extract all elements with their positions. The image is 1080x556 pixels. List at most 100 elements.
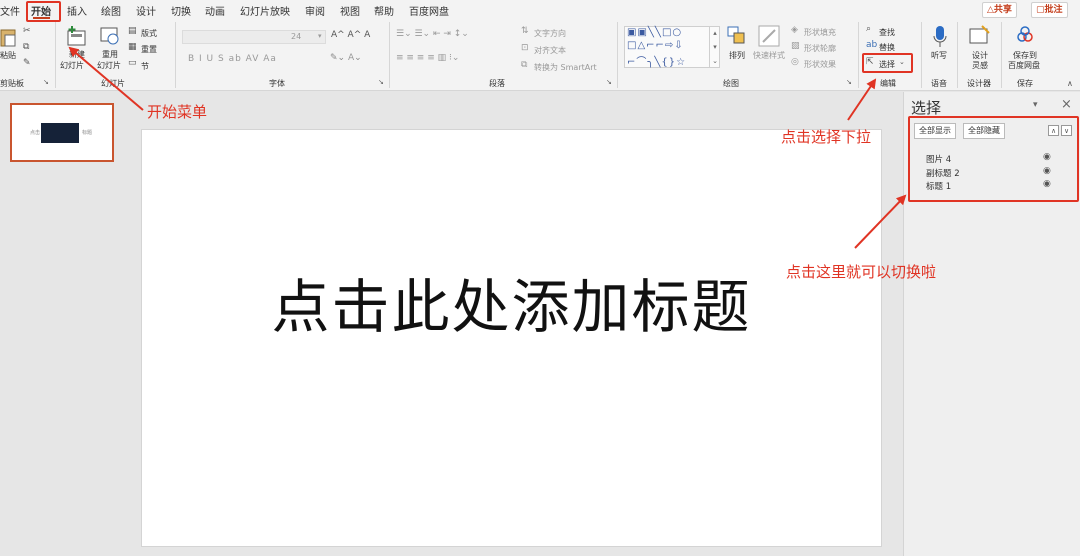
text-direction-label[interactable]: 文字方向: [534, 28, 566, 39]
shape-row-1[interactable]: ▣▣╲╲□○: [627, 27, 682, 38]
shape-effects-label[interactable]: 形状效果: [804, 59, 836, 70]
collapse-ribbon-icon[interactable]: ∧: [1067, 79, 1073, 88]
find-icon[interactable]: ⌕: [866, 24, 871, 34]
shape-gallery-scroll[interactable]: ▴ ▾ ⌄: [709, 26, 720, 68]
group-label-font: 字体: [269, 79, 285, 88]
tab-draw[interactable]: 绘图: [101, 3, 121, 18]
tab-design[interactable]: 设计: [136, 3, 156, 18]
shape-row-3[interactable]: ⌐⌒╮╲{}☆: [627, 53, 686, 68]
quick-styles-icon[interactable]: [758, 25, 780, 47]
shape-row-2[interactable]: □△⌐⌐⇨⇩: [627, 40, 684, 51]
slide-title-placeholder[interactable]: 点击此处添加标题: [142, 260, 881, 344]
smartart-label[interactable]: 转换为 SmartArt: [534, 62, 597, 73]
dialog-launcher-icon[interactable]: ↘: [378, 78, 384, 86]
annotation-click-select: 点击选择下拉: [781, 128, 872, 146]
tab-insert[interactable]: 插入: [67, 3, 87, 18]
designer-label-2[interactable]: 灵感: [972, 60, 988, 71]
section-icon[interactable]: ▭: [128, 58, 137, 68]
pane-options-icon[interactable]: ▾: [1033, 100, 1038, 110]
dialog-launcher-icon[interactable]: ↘: [846, 78, 852, 86]
section-label[interactable]: 节: [141, 61, 149, 72]
shape-outline-label[interactable]: 形状轮廓: [804, 43, 836, 54]
copy-icon[interactable]: ⧉: [23, 42, 29, 52]
smartart-icon[interactable]: ⧉: [521, 60, 527, 70]
group-label-voice: 语音: [931, 79, 947, 88]
paste-icon[interactable]: [0, 26, 18, 48]
new-slide-label-1[interactable]: 新建: [69, 49, 85, 60]
shape-fill-label[interactable]: 形状填充: [804, 27, 836, 38]
group-label-slides: 幻灯片: [101, 79, 125, 88]
microphone-icon[interactable]: [932, 25, 948, 49]
chevron-down-icon[interactable]: ▾: [318, 32, 322, 40]
alignment-icons[interactable]: ≡ ≡ ≡ ≡ ▥ ⁝⌄: [396, 53, 459, 63]
group-separator: [389, 22, 390, 88]
reset-label[interactable]: 重置: [141, 44, 157, 55]
font-name-combo[interactable]: [182, 30, 326, 44]
close-icon[interactable]: ×: [1061, 97, 1072, 112]
tab-help[interactable]: 帮助: [374, 3, 394, 18]
align-text-icon[interactable]: ⊡: [521, 43, 529, 53]
thumbnail-text-right: 标题: [82, 130, 93, 136]
highlight-box-select: [862, 53, 913, 73]
tab-slideshow[interactable]: 幻灯片放映: [240, 3, 290, 18]
group-separator: [175, 22, 176, 88]
annotation-start-menu: 开始菜单: [147, 103, 208, 121]
highlight-color-icon[interactable]: ✎⌄ A⌄: [330, 53, 362, 63]
dialog-launcher-icon[interactable]: ↘: [43, 78, 49, 86]
group-label-clipboard: 剪贴板: [0, 79, 24, 88]
arrange-label[interactable]: 排列: [729, 50, 745, 61]
comments-button[interactable]: ▢批注: [1031, 2, 1068, 18]
dialog-launcher-icon[interactable]: ↘: [606, 78, 612, 86]
find-label[interactable]: 查找: [879, 27, 895, 38]
selection-pane-title: 选择: [911, 99, 942, 117]
group-separator: [1001, 22, 1002, 88]
arrange-icon[interactable]: [727, 25, 747, 47]
group-label-paragraph: 段落: [489, 79, 505, 88]
reuse-slides-label-2[interactable]: 幻灯片: [97, 60, 121, 71]
shape-effects-icon[interactable]: ◎: [791, 57, 799, 67]
ribbon-tab-bar: 文件 开始 插入 绘图 设计 切换 动画 幻灯片放映 审阅 视图 帮助 百度网盘…: [0, 0, 1080, 20]
tab-transitions[interactable]: 切换: [171, 3, 191, 18]
reuse-slides-icon[interactable]: [100, 26, 122, 48]
font-format-row[interactable]: B I U S ab AV Aa: [188, 54, 277, 64]
shape-outline-icon[interactable]: ▧: [791, 41, 800, 51]
share-button[interactable]: △共享: [982, 2, 1017, 18]
cut-icon[interactable]: ✂: [23, 26, 31, 36]
group-separator: [858, 22, 859, 88]
align-text-label[interactable]: 对齐文本: [534, 45, 566, 56]
group-label-designer: 设计器: [967, 79, 991, 88]
reuse-slides-label-1[interactable]: 重用: [102, 49, 118, 60]
dictate-label[interactable]: 听写: [931, 50, 947, 61]
reset-icon[interactable]: ▦: [128, 42, 137, 52]
list-indent-icons[interactable]: ☰⌄ ☰⌄ ⇤ ⇥ ↕⌄: [396, 29, 469, 39]
group-label-editing: 编辑: [880, 79, 896, 88]
tab-animations[interactable]: 动画: [205, 3, 225, 18]
thumbnail-text-left: 点击: [30, 130, 41, 136]
new-slide-label-2[interactable]: 幻灯片: [60, 60, 84, 71]
new-slide-icon[interactable]: [66, 25, 88, 47]
save-baidu-label-2[interactable]: 百度网盘: [1008, 60, 1040, 71]
replace-label[interactable]: 替换: [879, 42, 895, 53]
tab-baidu-netdisk[interactable]: 百度网盘: [409, 3, 449, 18]
tab-view[interactable]: 视图: [340, 3, 360, 18]
layout-icon[interactable]: ▤: [128, 26, 137, 36]
annotation-switch-here: 点击这里就可以切换啦: [786, 263, 937, 281]
text-direction-icon[interactable]: ⇅: [521, 26, 529, 36]
slide-thumbnail-1[interactable]: 点击 标题: [10, 103, 114, 162]
format-painter-icon[interactable]: ✎: [23, 58, 31, 68]
layout-label[interactable]: 版式: [141, 28, 157, 39]
designer-icon[interactable]: [969, 25, 991, 47]
quick-styles-label[interactable]: 快速样式: [753, 50, 785, 61]
baidu-cloud-icon[interactable]: [1016, 26, 1034, 44]
font-size-value[interactable]: 24: [291, 32, 301, 41]
group-separator: [617, 22, 618, 88]
font-grow-shrink-icons[interactable]: A^ A^ A: [331, 30, 370, 40]
slide-canvas[interactable]: 点击此处添加标题: [141, 129, 882, 547]
group-separator: [55, 22, 56, 88]
replace-icon[interactable]: ab: [866, 40, 877, 50]
group-separator: [921, 22, 922, 88]
tab-file[interactable]: 文件: [0, 3, 20, 18]
tab-review[interactable]: 审阅: [305, 3, 325, 18]
shape-fill-icon[interactable]: ◈: [791, 25, 798, 35]
highlight-box-selection-pane: [908, 116, 1079, 202]
